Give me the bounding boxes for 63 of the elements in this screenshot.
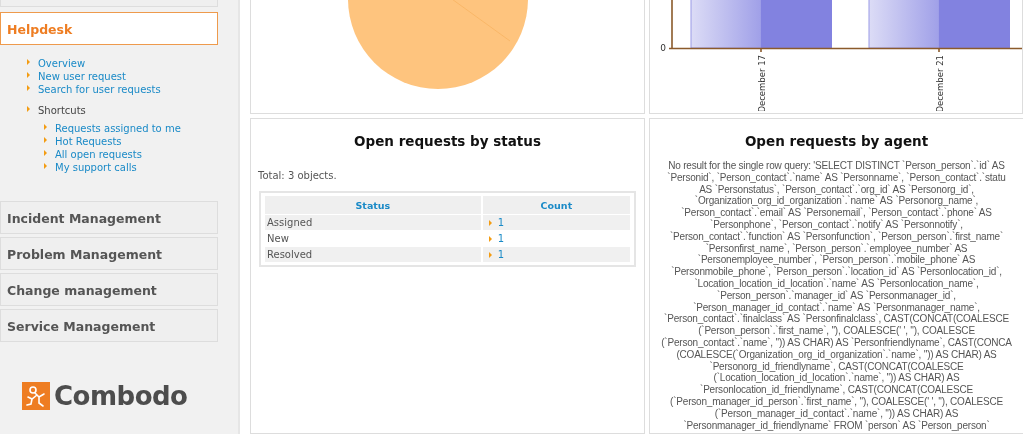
error-message-line: `Person_person`.`manager_id` AS `Personmanager_id`, (717, 289, 956, 302)
panel-title: Open requests by status (353, 133, 542, 149)
menu-header[interactable]: Helpdesk (0, 12, 218, 45)
menu-link[interactable]: New user request (38, 71, 126, 82)
shortcut-link[interactable]: Hot Requests (55, 136, 122, 147)
menu-header[interactable]: Change management (0, 273, 218, 306)
count-link[interactable]: 1 (497, 233, 505, 244)
total-count: Total: 3 objects. (258, 170, 338, 181)
error-message-line: `Personfirst_name`, `Person_person`.`employee_number` AS (705, 242, 968, 255)
bullet-icon (27, 71, 30, 78)
menu-link[interactable]: Overview (38, 58, 86, 69)
bullet-icon (44, 149, 47, 156)
logo-text: Combodo (54, 381, 188, 411)
menu-link[interactable]: Search for user requests (38, 84, 161, 95)
table-cell: Assigned (265, 215, 481, 230)
error-message-line: `Person_manager_id_contact`.`name` AS `Personmanager_name`, (693, 301, 980, 314)
bullet-icon (44, 162, 47, 169)
menu-header[interactable]: Service Management (0, 309, 218, 342)
error-message-line: (COALESCE(`Organization_org_id_organization`.`name`, '')) AS CHAR) AS (676, 348, 997, 361)
table-cell-text: New (266, 232, 290, 246)
table-cell: Resolved (265, 247, 481, 262)
column-header[interactable]: Status (265, 196, 481, 214)
axis-tick-label: 0 (660, 43, 666, 53)
shortcut-link[interactable]: All open requests (55, 149, 142, 160)
error-message-line: `Location_location_id_location`.`name` AS `Personlocation_name`, (694, 277, 979, 290)
bullet-icon (27, 105, 30, 112)
error-message-line: `Personid`, `Person_contact`.`name` AS `Personname`, `Person_contact`.`statu (667, 171, 1006, 184)
error-message-line: `Person_contact`.`email` AS `Personemail`, `Person_contact`.`phone` AS (681, 207, 992, 219)
error-message-line: `Person_contact`.`function` AS `Personfunction`, `Person_person`.`first_name` (669, 230, 1004, 243)
error-message-line: `Personemployee_number`, `Person_person`.`mobile_phone` AS (697, 254, 976, 267)
count-link[interactable]: 1 (497, 217, 505, 228)
menu-header[interactable]: Problem Management (0, 237, 218, 270)
shortcut-link[interactable]: Requests assigned to me (55, 123, 181, 134)
error-message-line: AS `Personstatus`, `Person_contact`.`org_id` AS `Personorg_id`, (699, 183, 974, 196)
axis-tick-label: December 21 (935, 55, 945, 111)
error-message-line: `Personorg_id_friendlyname`, CAST(CONCAT(COALESCE (709, 360, 964, 373)
error-message-line: (`Person_manager_id_contact`.`name`, '')) AS CHAR) AS (714, 407, 959, 420)
shortcut-link[interactable]: My support calls (55, 162, 137, 173)
bullet-icon (488, 251, 492, 258)
section-label: Shortcuts (38, 105, 86, 116)
bullet-icon (488, 235, 492, 242)
error-message-line: (`Person_person`.`first_name`, ''), COALESCE(' ', ''), COALESCE (698, 325, 975, 337)
bullet-icon (44, 123, 47, 130)
panel-title: Open requests by agent (743, 133, 930, 149)
error-message-line: `Personphone`, `Person_contact`.`notify` AS `Personnotify`, (710, 219, 963, 231)
error-message-line: `Personlocation_id_friendlyname`, CAST(CONCAT(COALESCE (700, 384, 973, 396)
bullet-icon (27, 58, 30, 65)
error-message-line: `Personmobile_phone`, `Person_person`.`location_id` AS `Personlocation_id`, (671, 266, 1002, 278)
bullet-icon (488, 219, 492, 226)
error-message-line: `Organization_org_id_organization`.`name` AS `Personorg_name`, (694, 195, 979, 208)
bullet-icon (44, 136, 47, 143)
count-link[interactable]: 1 (497, 249, 505, 260)
logo-icon (22, 382, 50, 410)
error-message-line: `Person_contact`.`finalclass` AS `Personfinalclass`, CAST(CONCAT(COALESCE (664, 313, 1009, 326)
error-message-line: No result for the single row query: 'SELECT DISTINCT `Person_person`.`id` AS (668, 160, 1005, 172)
error-message-line: (`Person_contact`.`name`, '')) AS CHAR) AS `Personfriendlyname`, CAST(CONCA (661, 336, 1012, 349)
bullet-icon (27, 84, 30, 91)
column-header[interactable]: Count (482, 196, 630, 214)
menu-header[interactable]: Incident Management (0, 201, 218, 234)
axis-tick-label: December 17 (757, 55, 767, 111)
error-message-line: `Personmanager_id_friendlyname` FROM `person` AS `Person_person` (683, 419, 990, 432)
error-message-line: (`Person_manager_id_person`.`first_name`, ''), COALESCE(' ', ''), COALESCE (670, 395, 1003, 408)
error-message-line: (`Location_location_id_location`.`name`, '')) AS CHAR) AS (713, 372, 960, 385)
